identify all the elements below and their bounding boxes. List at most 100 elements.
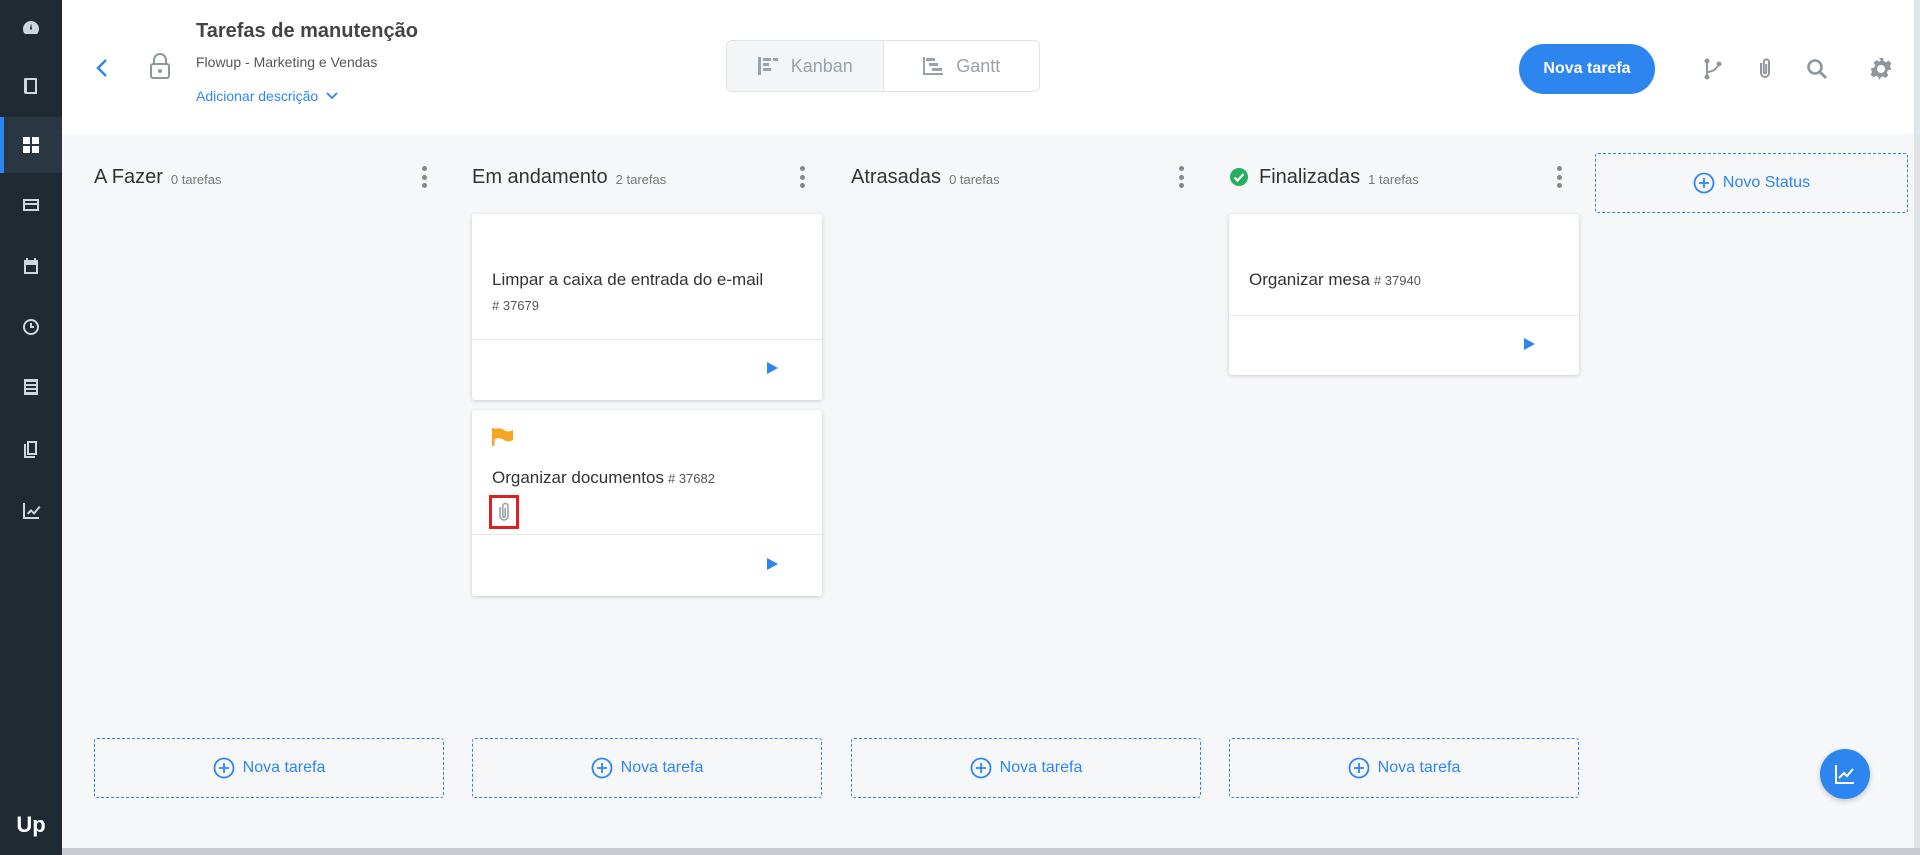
add-description-label: Adicionar descrição xyxy=(196,88,319,104)
attachment-indicator[interactable] xyxy=(489,495,519,529)
tab-gantt-label: Gantt xyxy=(956,55,1001,76)
column-menu-button[interactable] xyxy=(419,164,429,190)
kanban-icon xyxy=(757,57,778,75)
add-description-link[interactable]: Adicionar descrição xyxy=(196,88,338,104)
column-header-late: Atrasadas 0 tarefas xyxy=(851,162,1000,192)
add-task-label: Nova tarefa xyxy=(620,759,704,776)
attachments-button[interactable] xyxy=(1752,56,1778,82)
column-count: 0 tarefas xyxy=(949,171,1000,187)
column-title: Atrasadas xyxy=(851,165,942,188)
play-icon[interactable] xyxy=(1523,338,1535,350)
gear-icon xyxy=(1870,58,1892,80)
sidebar-item-book[interactable] xyxy=(0,58,62,114)
card-divider xyxy=(472,339,822,340)
column-header-done: Finalizadas 1 tarefas xyxy=(1229,162,1419,192)
task-title-line: Organizar documentos # 37682 xyxy=(492,468,715,488)
tab-kanban-label: Kanban xyxy=(790,55,853,76)
task-card[interactable]: Limpar a caixa de entrada do e-mail # 37… xyxy=(472,214,822,400)
task-title: Organizar documentos xyxy=(492,468,664,487)
new-status-label: Novo Status xyxy=(1722,174,1811,191)
branch-icon xyxy=(1704,58,1722,80)
page-header: Tarefas de manutenção Flowup - Marketing… xyxy=(62,0,1920,134)
branch-button[interactable] xyxy=(1700,56,1726,82)
sidebar: Up xyxy=(0,0,62,855)
dashboard-icon xyxy=(23,21,39,34)
paperclip-icon xyxy=(1760,58,1770,78)
chart-icon xyxy=(1835,765,1854,784)
column-title: Finalizadas xyxy=(1259,165,1361,188)
horizontal-scrollbar[interactable] xyxy=(62,848,1920,855)
settings-button[interactable] xyxy=(1868,56,1894,82)
sidebar-item-pages[interactable] xyxy=(0,421,62,477)
column-title: A Fazer xyxy=(94,165,163,188)
plus-circle-icon xyxy=(1693,172,1715,194)
card-divider xyxy=(472,534,822,535)
search-icon xyxy=(1807,59,1828,80)
column-header-todo: A Fazer 0 tarefas xyxy=(94,162,222,192)
check-circle-icon xyxy=(1230,168,1248,186)
view-switcher: Kanban Gantt xyxy=(726,40,1040,92)
add-task-label: Nova tarefa xyxy=(242,759,326,776)
sidebar-item-reports[interactable] xyxy=(0,483,62,539)
column-count: 2 tarefas xyxy=(615,171,667,187)
plus-circle-icon xyxy=(1348,757,1370,779)
add-task-button-todo[interactable]: Nova tarefa xyxy=(94,738,444,798)
book-icon xyxy=(24,78,37,94)
tab-kanban[interactable]: Kanban xyxy=(727,41,883,91)
plus-circle-icon xyxy=(970,757,992,779)
column-count: 1 tarefas xyxy=(1368,171,1419,187)
sidebar-item-documents[interactable] xyxy=(0,359,62,415)
grid-icon xyxy=(23,137,39,153)
brand-logo[interactable]: Up xyxy=(0,805,62,845)
reports-fab-button[interactable] xyxy=(1820,749,1870,799)
chevron-left-icon xyxy=(96,59,107,77)
sidebar-item-time[interactable] xyxy=(0,299,62,355)
back-button[interactable] xyxy=(90,56,114,80)
sidebar-item-list[interactable] xyxy=(0,177,62,233)
sidebar-item-dashboard[interactable] xyxy=(0,0,62,56)
task-id: # 37940 xyxy=(1373,273,1421,288)
pages-icon xyxy=(24,441,37,458)
column-menu-button[interactable] xyxy=(1554,164,1564,190)
page-title: Tarefas de manutenção xyxy=(196,20,418,42)
task-title-line: Organizar mesa # 37940 xyxy=(1249,270,1421,290)
column-header-in-progress: Em andamento 2 tarefas xyxy=(472,162,666,192)
plus-circle-icon xyxy=(213,757,235,779)
task-card[interactable]: Organizar mesa # 37940 xyxy=(1229,214,1579,375)
lock-icon[interactable] xyxy=(148,52,172,80)
add-task-button-done[interactable]: Nova tarefa xyxy=(1229,738,1579,798)
vertical-scrollbar[interactable] xyxy=(1914,0,1920,848)
sidebar-item-calendar[interactable] xyxy=(0,238,62,294)
add-task-button-in-progress[interactable]: Nova tarefa xyxy=(472,738,822,798)
play-icon[interactable] xyxy=(766,362,778,374)
chart-icon xyxy=(23,503,41,519)
list-icon xyxy=(23,199,39,211)
search-button[interactable] xyxy=(1804,56,1830,82)
add-task-label: Nova tarefa xyxy=(1377,759,1461,776)
add-task-button-late[interactable]: Nova tarefa xyxy=(851,738,1201,798)
column-count: 0 tarefas xyxy=(170,171,222,187)
calendar-icon xyxy=(24,258,38,274)
task-id: # 37679 xyxy=(492,298,539,313)
add-task-label: Nova tarefa xyxy=(999,759,1083,776)
task-title: Organizar mesa xyxy=(1249,270,1370,289)
task-id: # 37682 xyxy=(667,471,715,486)
new-status-button[interactable]: Novo Status xyxy=(1595,153,1908,213)
new-task-button[interactable]: Nova tarefa xyxy=(1519,44,1655,94)
gantt-icon xyxy=(923,57,944,75)
task-card[interactable]: Organizar documentos # 37682 xyxy=(472,410,822,596)
play-icon[interactable] xyxy=(766,558,778,570)
sidebar-item-tasks[interactable] xyxy=(0,117,62,173)
document-icon xyxy=(24,379,38,395)
project-subtitle: Flowup - Marketing e Vendas xyxy=(196,54,378,70)
tab-gantt[interactable]: Gantt xyxy=(882,41,1039,91)
column-title: Em andamento xyxy=(472,165,608,188)
flag-icon xyxy=(492,428,513,446)
paperclip-icon xyxy=(499,502,509,521)
clock-icon xyxy=(23,319,39,335)
task-title: Limpar a caixa de entrada do e-mail xyxy=(492,270,764,289)
column-menu-button[interactable] xyxy=(1176,164,1186,190)
chevron-down-icon xyxy=(326,92,338,100)
column-menu-button[interactable] xyxy=(797,164,807,190)
card-divider xyxy=(1229,315,1579,316)
